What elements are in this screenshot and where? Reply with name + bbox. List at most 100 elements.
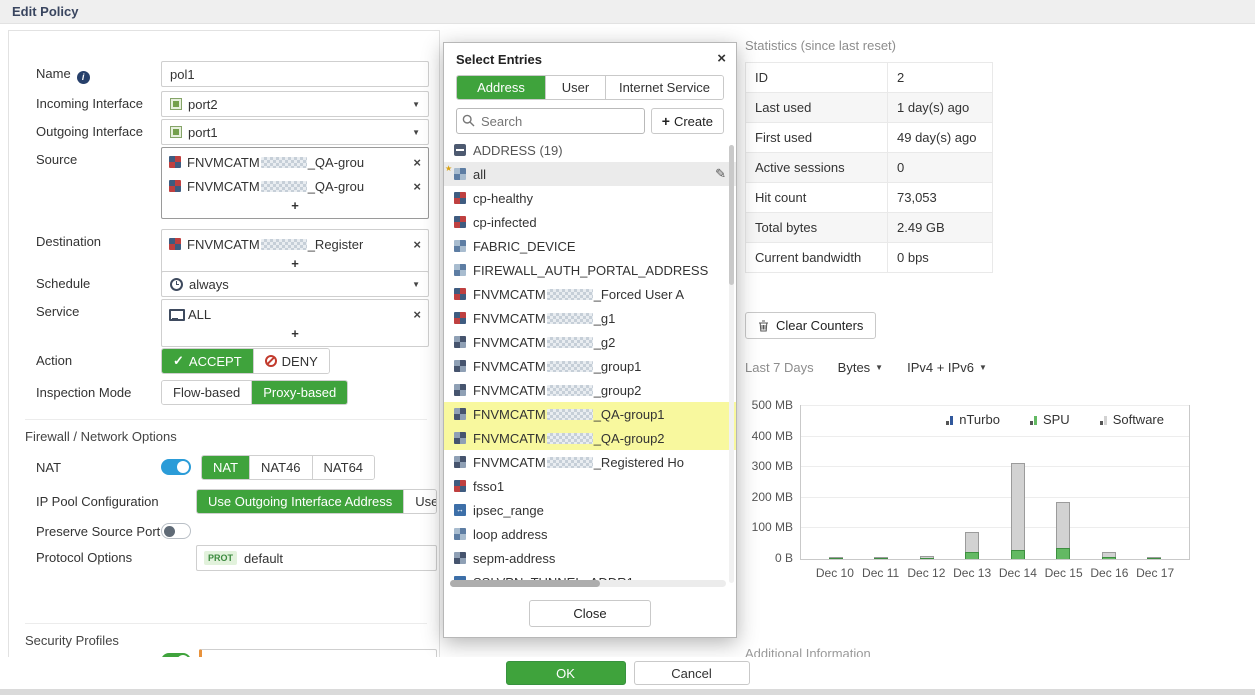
- incoming-interface-select[interactable]: port2 ▼: [161, 91, 429, 117]
- selected-entry: FNVMCATM_QA-grou×: [162, 174, 428, 198]
- prot-badge: PROT: [204, 551, 237, 565]
- address-entry[interactable]: FNVMCATM_g2: [444, 330, 736, 354]
- inspection-mode-row: Inspection Mode Flow-based Proxy-based: [36, 380, 437, 405]
- search-input[interactable]: [456, 108, 645, 134]
- address-entry[interactable]: ★all✎: [444, 162, 736, 186]
- tab-user[interactable]: User: [545, 76, 605, 99]
- address-icon: [454, 168, 466, 180]
- legend-bar-icon: [1100, 415, 1107, 425]
- deny-button[interactable]: DENY: [253, 349, 329, 373]
- address-entry[interactable]: fsso1: [444, 474, 736, 498]
- address-entry[interactable]: FNVMCATM_g1: [444, 306, 736, 330]
- bar-segment-software: [965, 532, 979, 552]
- nat46-option[interactable]: NAT46: [249, 456, 312, 479]
- bytes-dropdown[interactable]: Bytes ▼: [838, 360, 883, 375]
- service-add-button[interactable]: +: [162, 326, 428, 344]
- group-red-icon: [454, 312, 466, 324]
- cancel-button[interactable]: Cancel: [634, 661, 750, 685]
- clear-counters-button[interactable]: Clear Counters: [745, 312, 876, 339]
- selected-entry: ALL×: [162, 302, 428, 326]
- schedule-row: Schedule always ▼: [36, 271, 437, 297]
- redacted-text: [547, 313, 593, 324]
- address-entry[interactable]: FNVMCATM_group1: [444, 354, 736, 378]
- x-tick-label: Dec 17: [1132, 566, 1178, 580]
- address-entry[interactable]: FNVMCATM_QA-group2: [444, 426, 736, 450]
- window-edge: [0, 689, 1255, 695]
- protocol-options-select[interactable]: PROT default: [196, 545, 437, 571]
- use-outgoing-interface-address-option[interactable]: Use Outgoing Interface Address: [197, 490, 403, 513]
- table-row: ID2: [746, 63, 993, 93]
- nat64-option[interactable]: NAT64: [312, 456, 375, 479]
- collapse-icon[interactable]: [454, 144, 466, 156]
- address-entry[interactable]: cp-healthy: [444, 186, 736, 210]
- group-red-icon: [454, 192, 466, 204]
- use-dynamic-pool-option[interactable]: Use: [403, 490, 437, 513]
- address-entry[interactable]: sepm-address: [444, 546, 736, 570]
- check-icon: ✓: [173, 353, 184, 369]
- source-row: Source FNVMCATM_QA-grou×FNVMCATM_QA-grou…: [36, 147, 437, 219]
- flow-based-button[interactable]: Flow-based: [162, 381, 251, 404]
- tab-address[interactable]: Address: [457, 76, 545, 99]
- address-entry[interactable]: FNVMCATM_Registered Ho: [444, 450, 736, 474]
- vertical-scrollbar-thumb[interactable]: [729, 145, 734, 285]
- redacted-text: [547, 385, 593, 396]
- entry-text: _g2: [594, 335, 616, 350]
- protocol-options-value: default: [244, 551, 283, 566]
- accept-button[interactable]: ✓ ACCEPT: [162, 349, 253, 373]
- ip-version-dropdown[interactable]: IPv4 + IPv6 ▼: [907, 360, 987, 375]
- address-icon: [454, 264, 466, 276]
- dialog-close-button[interactable]: Close: [529, 600, 651, 627]
- address-entry[interactable]: FNVMCATM_QA-group1: [444, 402, 736, 426]
- address-entry[interactable]: FNVMCATM_group2: [444, 378, 736, 402]
- x-tick-label: Dec 16: [1087, 566, 1133, 580]
- chart-legend: nTurboSPUSoftware: [800, 412, 1190, 427]
- edit-pencil-icon[interactable]: ✎: [715, 166, 726, 182]
- traffic-chart: Last 7 Days Bytes ▼ IPv4 + IPv6 ▼ 0 B100…: [745, 360, 1223, 595]
- address-entry[interactable]: cp-infected: [444, 210, 736, 234]
- name-input[interactable]: [161, 61, 429, 87]
- trash-icon: [758, 320, 769, 332]
- legend-item: SPU: [1030, 412, 1070, 427]
- stat-value: 73,053: [888, 183, 993, 213]
- plot-area: [800, 405, 1190, 560]
- remove-entry-icon[interactable]: ×: [409, 237, 421, 252]
- group-red-icon: [454, 480, 466, 492]
- tab-internet-service[interactable]: Internet Service: [605, 76, 723, 99]
- address-entry[interactable]: SSLVPN_TUNNEL_ADDR1: [444, 570, 736, 580]
- create-button[interactable]: + Create: [651, 108, 724, 134]
- schedule-select[interactable]: always ▼: [161, 271, 429, 297]
- remove-entry-icon[interactable]: ×: [409, 307, 421, 322]
- search-icon: [462, 114, 475, 127]
- address-entry[interactable]: ipsec_range: [444, 498, 736, 522]
- outgoing-interface-select[interactable]: port1 ▼: [161, 119, 429, 145]
- nat-option[interactable]: NAT: [202, 456, 249, 479]
- address-entry[interactable]: FIREWALL_AUTH_PORTAL_ADDRESS: [444, 258, 736, 282]
- address-entry[interactable]: FNVMCATM_Forced User A: [444, 282, 736, 306]
- selected-entry: FNVMCATM_Register×: [162, 232, 428, 256]
- proxy-based-button[interactable]: Proxy-based: [251, 381, 347, 404]
- table-row: First used49 day(s) ago: [746, 123, 993, 153]
- address-group-header[interactable]: ADDRESS (19): [444, 138, 736, 162]
- group-dark-icon: [454, 408, 466, 420]
- info-icon[interactable]: i: [77, 71, 90, 84]
- address-entry[interactable]: loop address: [444, 522, 736, 546]
- preserve-source-port-toggle[interactable]: [161, 523, 191, 539]
- group-dark-icon: [454, 432, 466, 444]
- destination-entries: FNVMCATM_Register×: [162, 232, 428, 256]
- address-entry[interactable]: FABRIC_DEVICE: [444, 234, 736, 258]
- destination-box: FNVMCATM_Register× +: [161, 229, 429, 277]
- remove-entry-icon[interactable]: ×: [409, 179, 421, 194]
- ok-button[interactable]: OK: [506, 661, 626, 685]
- group-red-icon: [454, 288, 466, 300]
- horizontal-scrollbar-thumb[interactable]: [450, 580, 600, 587]
- bar-segment-software: [1056, 502, 1070, 548]
- close-icon[interactable]: ×: [717, 50, 726, 67]
- stat-label: ID: [746, 63, 888, 93]
- group-red-icon: [169, 180, 181, 192]
- remove-entry-icon[interactable]: ×: [409, 155, 421, 170]
- entry-label: FNVMCATM_Forced User A: [473, 287, 684, 302]
- nat-toggle[interactable]: [161, 459, 191, 475]
- entry-text: FNVMCATM: [473, 359, 546, 374]
- group-dark-icon: [454, 384, 466, 396]
- source-add-button[interactable]: +: [162, 198, 428, 216]
